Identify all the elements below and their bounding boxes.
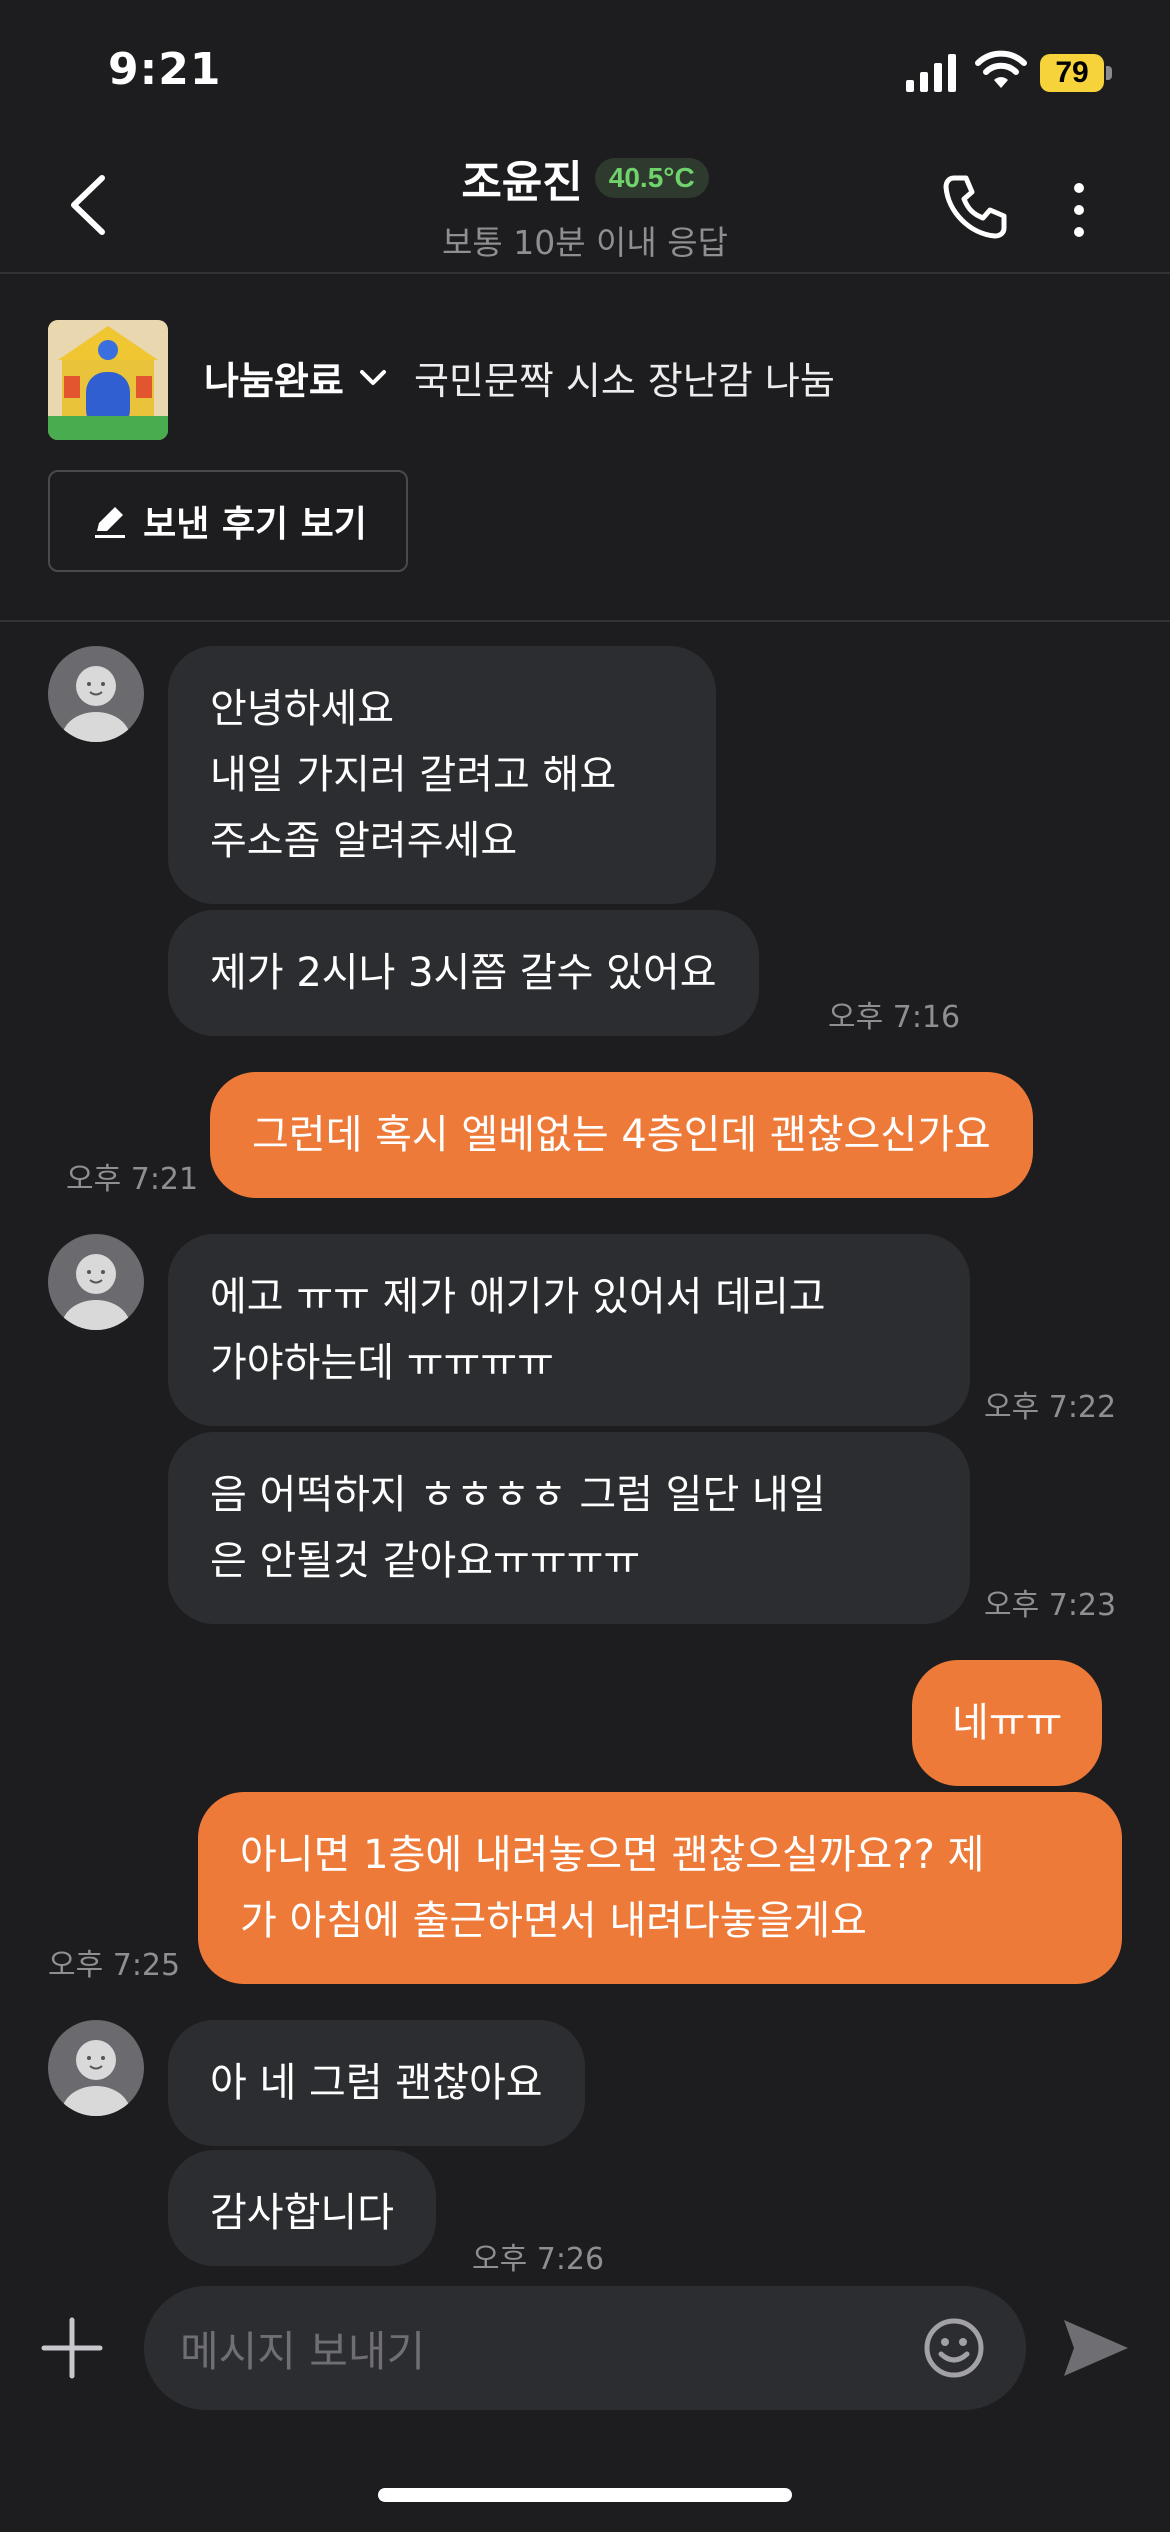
phone-icon[interactable]: [940, 172, 1010, 242]
product-thumbnail[interactable]: [48, 320, 168, 440]
message-line: 제가 2시나 3시쯤 갈수 있어요: [210, 950, 717, 996]
message-bubble-outgoing[interactable]: 그런데 혹시 엘베없는 4층인데 괜찮으신가요: [210, 1072, 1033, 1198]
message-bubble-outgoing[interactable]: 네ㅠㅠ: [912, 1660, 1103, 1786]
chevron-down-icon[interactable]: [356, 360, 390, 394]
message-bubble-incoming[interactable]: 제가 2시나 3시쯤 갈수 있어요: [168, 910, 759, 1036]
message-bubble-incoming[interactable]: 아 네 그럼 괜찮아요: [168, 2020, 585, 2146]
partner-name[interactable]: 조윤진: [461, 146, 582, 210]
message-timestamp: 오후 7:16: [828, 1000, 961, 1035]
home-indicator: [378, 2488, 792, 2502]
product-title[interactable]: 국민문짝 시소 장난감 나눔: [414, 350, 835, 405]
message-line: 아니면 1층에 내려놓으면 괜찮으실까요?? 제: [240, 1832, 985, 1878]
avatar[interactable]: [48, 646, 144, 742]
send-icon[interactable]: [1060, 2316, 1132, 2380]
message-line: 은 안될것 같아요ㅠㅠㅠㅠ: [210, 1538, 641, 1584]
message-line: 주소좀 알려주세요: [210, 818, 518, 864]
avatar[interactable]: [48, 2020, 144, 2116]
message-line: 감사합니다: [210, 2190, 394, 2236]
trade-status-label[interactable]: 나눔완료: [204, 350, 344, 405]
message-bubble-incoming[interactable]: 안녕하세요 내일 가지러 갈려고 해요 주소좀 알려주세요: [168, 646, 716, 904]
more-vertical-icon[interactable]: [1064, 176, 1094, 246]
message-timestamp: 오후 7:26: [472, 2242, 605, 2277]
message-input-placeholder: 메시지 보내기: [180, 2327, 426, 2376]
header-divider: [0, 272, 1170, 274]
message-line: 에고 ㅠㅠ 제가 애기가 있어서 데리고: [210, 1274, 826, 1320]
battery-level: 79: [1040, 54, 1104, 92]
message-line: 그런데 혹시 엘베없는 4층인데 괜찮으신가요: [252, 1112, 991, 1158]
plus-icon[interactable]: [40, 2316, 104, 2380]
message-bubble-incoming[interactable]: 감사합니다: [168, 2150, 436, 2266]
view-sent-review-button[interactable]: 보낸 후기 보기: [48, 470, 408, 572]
emoji-icon[interactable]: [922, 2316, 986, 2380]
review-button-label: 보낸 후기 보기: [143, 504, 367, 545]
battery-indicator: 79: [1040, 54, 1112, 92]
message-timestamp: 오후 7:21: [66, 1162, 199, 1197]
message-bubble-outgoing[interactable]: 아니면 1층에 내려놓으면 괜찮으실까요?? 제 가 아침에 출근하면서 내려다…: [198, 1792, 1122, 1984]
message-bubble-incoming[interactable]: 에고 ㅠㅠ 제가 애기가 있어서 데리고 가야하는데 ㅠㅠㅠㅠ: [168, 1234, 970, 1426]
pencil-icon: [95, 507, 126, 538]
message-line: 내일 가지러 갈려고 해요: [210, 752, 617, 798]
status-time: 9:21: [108, 44, 222, 95]
message-line: 네ㅠㅠ: [952, 1700, 1063, 1746]
manner-temperature-badge: 40.5°C: [594, 158, 709, 198]
product-divider: [0, 620, 1170, 622]
wifi-icon: [975, 50, 1027, 88]
message-line: 가야하는데 ㅠㅠㅠㅠ: [210, 1340, 554, 1386]
message-timestamp: 오후 7:22: [984, 1390, 1117, 1425]
battery-tip: [1106, 66, 1112, 80]
message-timestamp: 오후 7:23: [984, 1588, 1117, 1623]
cellular-signal-icon: [906, 54, 956, 92]
message-line: 가 아침에 출근하면서 내려다놓을게요: [240, 1898, 867, 1944]
message-line: 안녕하세요: [210, 686, 394, 732]
message-bubble-incoming[interactable]: 음 어떡하지 ㅎㅎㅎㅎ 그럼 일단 내일 은 안될것 같아요ㅠㅠㅠㅠ: [168, 1432, 970, 1624]
avatar[interactable]: [48, 1234, 144, 1330]
message-timestamp: 오후 7:25: [48, 1948, 181, 1983]
message-line: 음 어떡하지 ㅎㅎㅎㅎ 그럼 일단 내일: [210, 1472, 826, 1518]
message-line: 아 네 그럼 괜찮아요: [210, 2060, 543, 2106]
